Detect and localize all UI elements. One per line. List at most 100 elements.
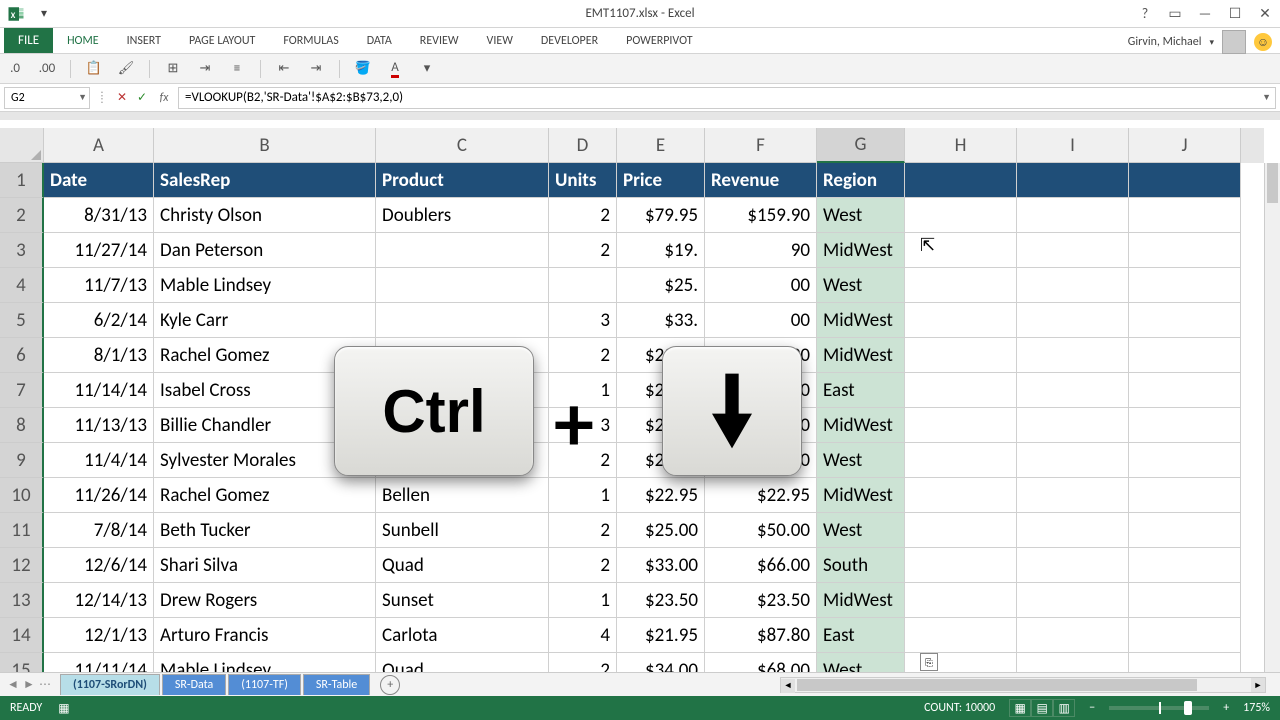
data-cell[interactable]: 11/27/14 <box>44 233 154 268</box>
data-cell[interactable]: 2 <box>549 338 617 373</box>
data-cell[interactable]: $159.90 <box>705 198 817 233</box>
data-cell[interactable]: $50.00 <box>705 513 817 548</box>
data-cell[interactable]: 11/7/13 <box>44 268 154 303</box>
row-header[interactable]: 2 <box>0 198 44 233</box>
align-icon[interactable]: ≡ <box>228 60 246 78</box>
paste-icon[interactable]: 📋 <box>85 60 103 78</box>
data-cell[interactable]: 12/14/13 <box>44 583 154 618</box>
user-name[interactable]: Girvin, Michael <box>1128 35 1202 49</box>
data-cell[interactable]: Sunbell <box>376 513 549 548</box>
data-cell[interactable]: $22.95 <box>617 478 705 513</box>
data-cell[interactable] <box>1129 478 1241 513</box>
data-cell[interactable] <box>376 233 549 268</box>
data-cell[interactable] <box>905 478 1017 513</box>
data-cell[interactable]: West <box>817 513 905 548</box>
name-box[interactable]: G2▼ <box>4 87 90 109</box>
data-cell[interactable]: MidWest <box>817 478 905 513</box>
data-cell[interactable]: $19. <box>617 233 705 268</box>
fill-color-icon[interactable]: 🪣 <box>354 60 372 78</box>
data-cell[interactable] <box>1017 653 1129 672</box>
data-cell[interactable] <box>1129 338 1241 373</box>
data-cell[interactable]: Drew Rogers <box>154 583 376 618</box>
header-cell[interactable] <box>905 163 1017 198</box>
data-cell[interactable]: Quad <box>376 548 549 583</box>
data-cell[interactable] <box>1129 443 1241 478</box>
row-header[interactable]: 7 <box>0 373 44 408</box>
data-cell[interactable]: $79.95 <box>617 198 705 233</box>
page-layout-view-icon[interactable]: ▤ <box>1031 699 1053 717</box>
data-cell[interactable] <box>1129 548 1241 583</box>
data-cell[interactable]: Doublers <box>376 198 549 233</box>
data-cell[interactable]: 6/2/14 <box>44 303 154 338</box>
data-cell[interactable]: $66.00 <box>705 548 817 583</box>
file-tab[interactable]: FILE <box>4 28 53 53</box>
data-cell[interactable] <box>1129 513 1241 548</box>
decrease-decimal-icon[interactable]: .00 <box>38 60 56 78</box>
header-cell[interactable]: Price <box>617 163 705 198</box>
data-cell[interactable]: Billie Chandler <box>154 408 376 443</box>
fx-icon[interactable]: fx <box>154 91 174 105</box>
data-cell[interactable]: West <box>817 443 905 478</box>
row-header[interactable]: 8 <box>0 408 44 443</box>
add-sheet-button[interactable]: + <box>380 675 400 695</box>
data-cell[interactable]: 1 <box>549 583 617 618</box>
data-cell[interactable] <box>1017 478 1129 513</box>
data-cell[interactable] <box>905 548 1017 583</box>
col-header-c[interactable]: C <box>376 128 549 163</box>
col-header-h[interactable]: H <box>905 128 1017 163</box>
data-cell[interactable] <box>1017 408 1129 443</box>
col-header-g[interactable]: G <box>817 128 905 163</box>
macro-record-icon[interactable]: ▦ <box>58 701 69 716</box>
data-cell[interactable] <box>1017 513 1129 548</box>
data-cell[interactable] <box>1017 548 1129 583</box>
data-cell[interactable]: MidWest <box>817 233 905 268</box>
vertical-scrollbar[interactable] <box>1264 163 1280 672</box>
data-cell[interactable]: Beth Tucker <box>154 513 376 548</box>
data-cell[interactable] <box>549 268 617 303</box>
data-cell[interactable]: Sylvester Morales <box>154 443 376 478</box>
column-headers[interactable]: A B C D E F G H I J <box>44 128 1264 163</box>
col-header-d[interactable]: D <box>549 128 617 163</box>
data-cell[interactable]: Arturo Francis <box>154 618 376 653</box>
header-cell[interactable]: Units <box>549 163 617 198</box>
data-cell[interactable] <box>905 443 1017 478</box>
cancel-icon[interactable]: ✕ <box>114 90 130 105</box>
maximize-button[interactable]: ☐ <box>1224 4 1246 24</box>
data-cell[interactable] <box>1129 653 1241 672</box>
more-icon[interactable]: ▾ <box>418 60 436 78</box>
data-cell[interactable]: 7/8/14 <box>44 513 154 548</box>
data-cell[interactable]: 90 <box>705 233 817 268</box>
data-cell[interactable] <box>905 198 1017 233</box>
tab-insert[interactable]: INSERT <box>113 28 175 53</box>
data-cell[interactable]: 8/1/13 <box>44 338 154 373</box>
data-cell[interactable] <box>1129 373 1241 408</box>
row-header[interactable]: 11 <box>0 513 44 548</box>
tab-page-layout[interactable]: PAGE LAYOUT <box>175 28 269 53</box>
data-cell[interactable]: $34.00 <box>617 653 705 672</box>
data-cell[interactable]: East <box>817 373 905 408</box>
data-cell[interactable]: $22.95 <box>617 443 705 478</box>
row-header[interactable]: 12 <box>0 548 44 583</box>
data-cell[interactable]: West <box>817 653 905 672</box>
data-cell[interactable]: Carlota <box>376 618 549 653</box>
data-cell[interactable]: East <box>817 618 905 653</box>
data-cell[interactable]: $45.90 <box>705 443 817 478</box>
data-cell[interactable]: $22.95 <box>705 478 817 513</box>
data-cell[interactable]: 2 <box>549 513 617 548</box>
data-cell[interactable] <box>1017 443 1129 478</box>
data-cell[interactable]: Christy Olson <box>154 198 376 233</box>
increase-decimal-icon[interactable]: .0 <box>6 60 24 78</box>
sheet-nav-menu-icon[interactable]: ⋯ <box>38 677 52 692</box>
qat-dropdown-icon[interactable]: ▾ <box>36 6 52 22</box>
select-all-corner[interactable] <box>0 128 44 163</box>
col-header-j[interactable]: J <box>1129 128 1241 163</box>
data-cell[interactable]: 3 <box>549 303 617 338</box>
zoom-level[interactable]: 175% <box>1243 701 1270 715</box>
data-cell[interactable]: Mable Lindsey <box>154 268 376 303</box>
zoom-slider[interactable] <box>1109 706 1209 710</box>
formula-input[interactable]: =VLOOKUP(B2,'SR-Data'!$A$2:$B$73,2,0)▼ <box>178 87 1276 109</box>
data-cell[interactable]: MidWest <box>817 583 905 618</box>
data-cell[interactable]: $70.50 <box>705 408 817 443</box>
data-cell[interactable] <box>905 233 1017 268</box>
ribbon-options-button[interactable]: ▭ <box>1164 4 1186 24</box>
